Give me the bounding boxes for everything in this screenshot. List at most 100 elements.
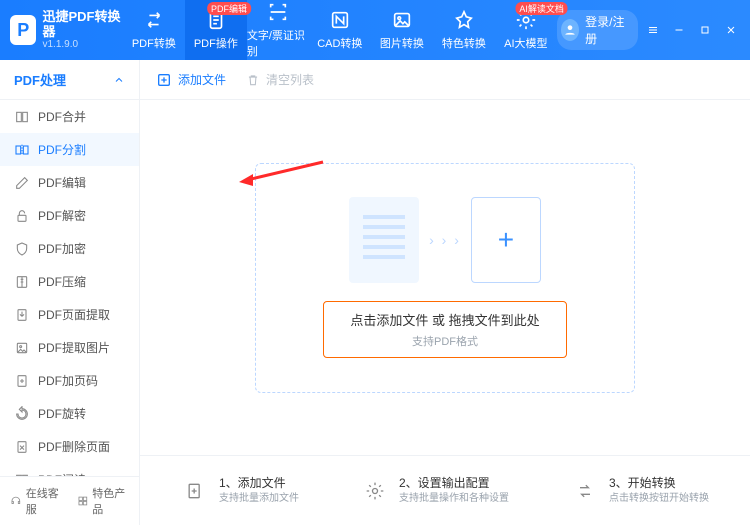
top-nav-pdf-operate[interactable]: PDF编辑 PDF操作 bbox=[185, 0, 247, 60]
sidebar-item-edit[interactable]: PDF编辑 bbox=[0, 166, 139, 199]
sidebar-item-label: PDF提取图片 bbox=[38, 339, 110, 356]
add-file-label: 添加文件 bbox=[178, 71, 226, 88]
arrow-dots-icon: › › › bbox=[429, 232, 461, 248]
pageno-icon bbox=[14, 373, 30, 389]
image-extract-icon bbox=[14, 340, 30, 356]
sidebar-item-label: PDF页面提取 bbox=[38, 306, 110, 323]
step-title: 2、设置输出配置 bbox=[399, 476, 509, 492]
rotate-icon bbox=[14, 406, 30, 422]
sidebar-item-label: PDF旋转 bbox=[38, 405, 86, 422]
sidebar-item-compress[interactable]: PDF压缩 bbox=[0, 265, 139, 298]
step-title: 1、添加文件 bbox=[219, 476, 299, 492]
star-icon bbox=[453, 9, 475, 31]
headset-icon bbox=[10, 494, 22, 508]
step-title: 3、开始转换 bbox=[609, 476, 709, 492]
top-nav-special[interactable]: 特色转换 bbox=[433, 0, 495, 60]
step-add-icon bbox=[181, 477, 209, 505]
top-nav-image[interactable]: 图片转换 bbox=[371, 0, 433, 60]
login-button[interactable]: 登录/注册 bbox=[557, 10, 638, 50]
close-button[interactable] bbox=[720, 18, 742, 42]
sidebar-item-delete-page[interactable]: PDF删除页面 bbox=[0, 430, 139, 463]
sidebar-item-decrypt[interactable]: PDF解密 bbox=[0, 199, 139, 232]
step-2: 2、设置输出配置 支持批量操作和各种设置 bbox=[361, 476, 509, 505]
add-doc-icon: + bbox=[471, 197, 541, 283]
swap-icon bbox=[143, 9, 165, 31]
unlock-icon bbox=[14, 208, 30, 224]
dropzone-title: 点击添加文件 或 拖拽文件到此处 bbox=[350, 310, 539, 329]
maximize-button[interactable] bbox=[694, 18, 716, 42]
sidebar-section-toggle[interactable]: PDF处理 bbox=[0, 60, 139, 100]
plus-icon bbox=[156, 72, 172, 88]
sidebar-item-add-pageno[interactable]: PDF加页码 bbox=[0, 364, 139, 397]
titlebar: P 迅捷PDF转换器 v1.1.9.0 PDF转换 PDF编辑 PDF操作 文字… bbox=[0, 0, 750, 60]
sidebar-featured[interactable]: 特色产品 bbox=[77, 485, 130, 517]
merge-icon bbox=[14, 109, 30, 125]
sidebar-item-extract-page[interactable]: PDF页面提取 bbox=[0, 298, 139, 331]
sidebar-item-label: PDF加密 bbox=[38, 240, 86, 257]
sidebar-item-reader[interactable]: PDF阅读 bbox=[0, 463, 139, 476]
edit-icon bbox=[14, 175, 30, 191]
sidebar-item-label: PDF压缩 bbox=[38, 273, 86, 290]
add-file-button[interactable]: 添加文件 bbox=[156, 71, 226, 88]
top-nav-label: PDF操作 bbox=[194, 35, 238, 51]
dropzone[interactable]: › › › + 点击添加文件 或 拖拽文件到此处 支持PDF格式 bbox=[255, 163, 635, 393]
toolbar: 添加文件 清空列表 bbox=[140, 60, 750, 100]
scan-icon bbox=[267, 1, 289, 23]
sidebar-footer-label: 在线客服 bbox=[26, 485, 63, 517]
top-nav-badge: AI解读文档 bbox=[515, 2, 568, 15]
clear-list-button[interactable]: 清空列表 bbox=[246, 71, 314, 88]
top-nav-cad[interactable]: CAD转换 bbox=[309, 0, 371, 60]
top-nav-label: 图片转换 bbox=[380, 35, 424, 51]
cad-icon bbox=[329, 9, 351, 31]
step-subtitle: 点击转换按钮开始转换 bbox=[609, 492, 709, 505]
step-1: 1、添加文件 支持批量添加文件 bbox=[181, 476, 299, 505]
step-subtitle: 支持批量操作和各种设置 bbox=[399, 492, 509, 505]
page-extract-icon bbox=[14, 307, 30, 323]
doc-icon bbox=[349, 197, 419, 283]
dropzone-callout: 点击添加文件 或 拖拽文件到此处 支持PDF格式 bbox=[323, 301, 566, 358]
top-nav-ai[interactable]: AI解读文档 AI大模型 bbox=[495, 0, 557, 60]
sidebar-item-label: PDF解密 bbox=[38, 207, 86, 224]
main: 添加文件 清空列表 › › › + 点击添加文件 或 拖拽文件到此处 支持PDF… bbox=[140, 60, 750, 525]
sidebar-item-extract-image[interactable]: PDF提取图片 bbox=[0, 331, 139, 364]
top-nav-label: AI大模型 bbox=[504, 35, 547, 51]
top-nav-label: 文字/票证识别 bbox=[247, 27, 309, 59]
gear-icon bbox=[361, 477, 389, 505]
sidebar-item-merge[interactable]: PDF合并 bbox=[0, 100, 139, 133]
sidebar-item-label: PDF编辑 bbox=[38, 174, 86, 191]
sidebar-item-label: PDF分割 bbox=[38, 141, 86, 158]
top-nav-ocr[interactable]: 文字/票证识别 bbox=[247, 0, 309, 60]
shield-icon bbox=[14, 241, 30, 257]
app-title: 迅捷PDF转换器 bbox=[42, 10, 122, 39]
brand: P 迅捷PDF转换器 v1.1.9.0 bbox=[0, 10, 123, 50]
app-logo: P bbox=[10, 15, 36, 45]
top-nav-label: CAD转换 bbox=[317, 35, 362, 51]
compress-icon bbox=[14, 274, 30, 290]
clear-list-label: 清空列表 bbox=[266, 71, 314, 88]
avatar-icon bbox=[561, 19, 579, 41]
minimize-button[interactable] bbox=[668, 18, 690, 42]
dropzone-subtitle: 支持PDF格式 bbox=[350, 333, 539, 349]
sidebar-footer-label: 特色产品 bbox=[92, 485, 129, 517]
top-nav-pdf-convert[interactable]: PDF转换 bbox=[123, 0, 185, 60]
sidebar: PDF处理 PDF合并 PDF分割 PDF编辑 PDF解密 PDF加密 bbox=[0, 60, 140, 525]
menu-button[interactable] bbox=[642, 18, 664, 42]
image-icon bbox=[391, 9, 413, 31]
top-nav-label: PDF转换 bbox=[132, 35, 176, 51]
convert-icon bbox=[571, 477, 599, 505]
top-nav: PDF转换 PDF编辑 PDF操作 文字/票证识别 CAD转换 图片转换 特色转… bbox=[123, 0, 557, 60]
sidebar-item-rotate[interactable]: PDF旋转 bbox=[0, 397, 139, 430]
sidebar-item-split[interactable]: PDF分割 bbox=[0, 133, 139, 166]
delete-page-icon bbox=[14, 439, 30, 455]
steps-bar: 1、添加文件 支持批量添加文件 2、设置输出配置 支持批量操作和各种设置 3 bbox=[140, 455, 750, 525]
dropzone-illustration: › › › + bbox=[349, 197, 541, 283]
sidebar-item-label: PDF合并 bbox=[38, 108, 86, 125]
top-nav-label: 特色转换 bbox=[442, 35, 486, 51]
login-label: 登录/注册 bbox=[585, 13, 628, 47]
sidebar-support[interactable]: 在线客服 bbox=[10, 485, 63, 517]
app-version: v1.1.9.0 bbox=[42, 39, 122, 50]
sidebar-item-encrypt[interactable]: PDF加密 bbox=[0, 232, 139, 265]
split-icon bbox=[14, 142, 30, 158]
step-3: 3、开始转换 点击转换按钮开始转换 bbox=[571, 476, 709, 505]
plus-glyph: + bbox=[498, 224, 514, 256]
